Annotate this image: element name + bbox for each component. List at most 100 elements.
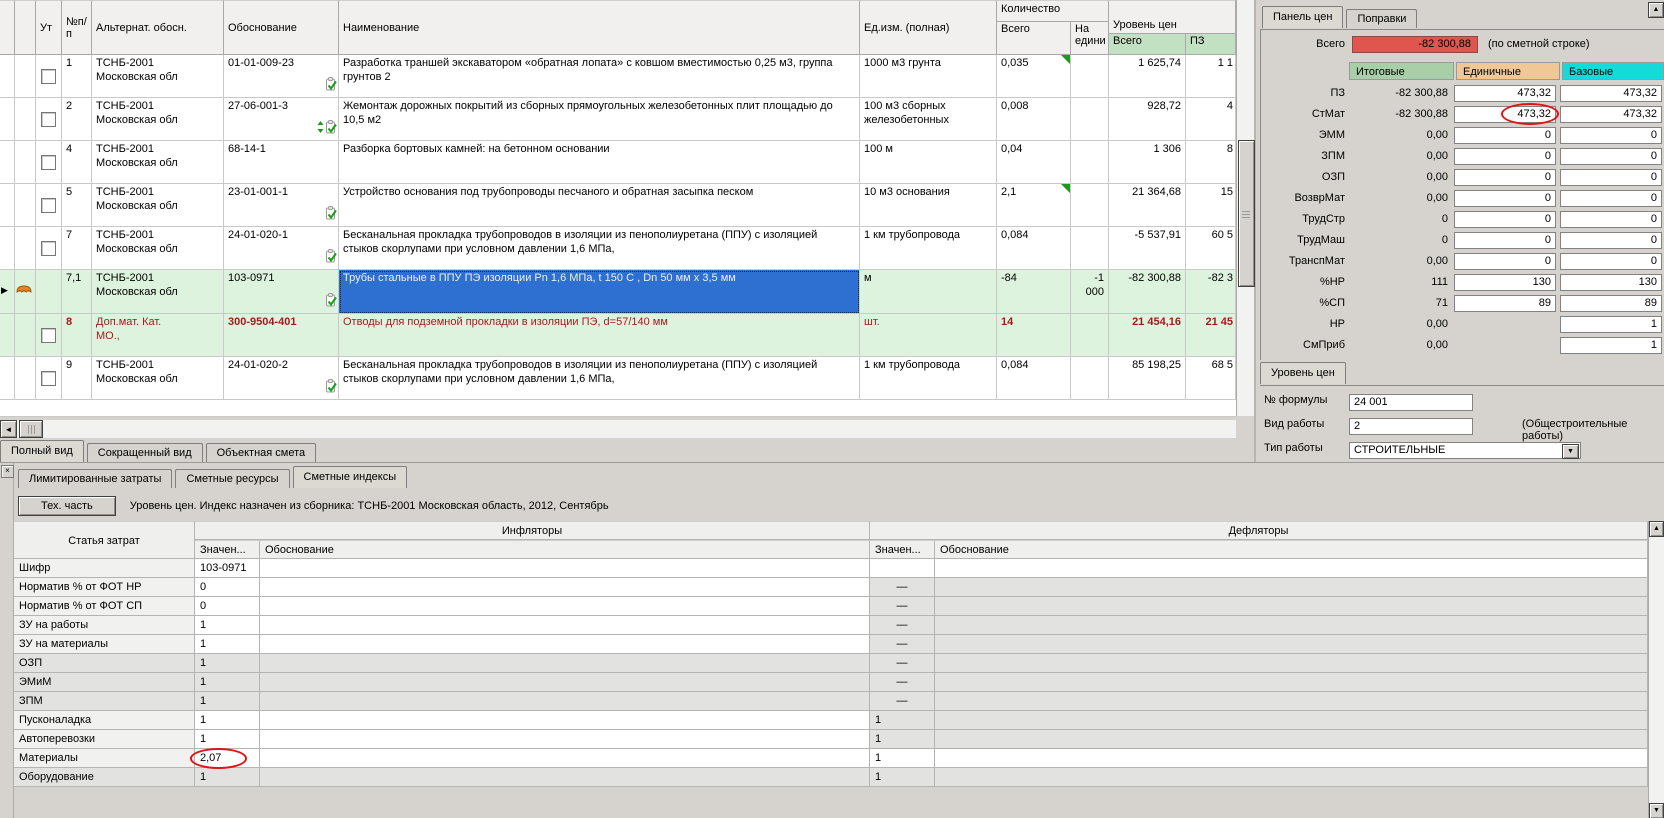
indexes-infl-just-cell[interactable] — [260, 673, 870, 692]
indexes-defl-just-cell[interactable] — [935, 597, 1648, 616]
work-name-cell[interactable]: Разборка бортовых камней: на бетонном ос… — [339, 141, 860, 184]
indexes-infl-value-cell[interactable]: 2,07 — [195, 749, 260, 768]
indexes-infl-just-cell[interactable] — [260, 635, 870, 654]
price-edin-field[interactable]: 0 — [1454, 148, 1556, 165]
indexes-row[interactable]: Материалы2,071 — [14, 749, 1648, 768]
indexes-infl-just-cell[interactable] — [260, 692, 870, 711]
indexes-row[interactable]: ОЗП1— — [14, 654, 1648, 673]
indexes-infl-value-cell[interactable]: 103-0971 — [195, 559, 260, 578]
price-edin-field[interactable]: 0 — [1454, 211, 1556, 228]
horizontal-scroll-thumb[interactable] — [19, 420, 43, 438]
approve-checkbox[interactable] — [41, 241, 56, 256]
price-baz-field[interactable]: 0 — [1560, 253, 1662, 270]
indexes-defl-just-cell[interactable] — [935, 692, 1648, 711]
indexes-infl-just-cell[interactable] — [260, 768, 870, 787]
approve-checkbox[interactable] — [41, 69, 56, 84]
indexes-defl-value-cell[interactable]: — — [870, 673, 935, 692]
indexes-infl-value-cell[interactable]: 0 — [195, 578, 260, 597]
header-price-total[interactable]: Всего — [1109, 34, 1186, 55]
work-name-cell[interactable]: Жемонтаж дорожных покрытий из сборных пр… — [339, 98, 860, 141]
price-total-field[interactable]: -82 300,88 — [1352, 36, 1478, 53]
indexes-infl-just-cell[interactable] — [260, 711, 870, 730]
price-edin-field[interactable]: 473,32 — [1454, 106, 1556, 123]
note-check-icon[interactable] — [325, 293, 337, 312]
header-price-pz[interactable]: ПЗ — [1186, 34, 1236, 55]
indexes-defl-just-cell[interactable] — [935, 578, 1648, 597]
price-edin-field[interactable]: 0 — [1454, 253, 1556, 270]
close-icon[interactable]: × — [1, 465, 14, 478]
header-unit[interactable]: Ед.изм. (полная) — [860, 0, 997, 55]
price-edin-field[interactable]: 130 — [1454, 274, 1556, 291]
indexes-defl-value-cell[interactable]: — — [870, 597, 935, 616]
price-baz-field[interactable]: 0 — [1560, 211, 1662, 228]
scroll-left-button[interactable]: ◄ — [0, 420, 17, 438]
indexes-defl-value-cell[interactable]: — — [870, 654, 935, 673]
view-tab-2[interactable]: Сокращенный вид — [87, 443, 203, 462]
indexes-infl-just-cell[interactable] — [260, 749, 870, 768]
indexes-tab-2[interactable]: Сметные ресурсы — [175, 469, 289, 488]
price-baz-field[interactable]: 473,32 — [1560, 85, 1662, 102]
table-row[interactable]: 7ТСНБ-2001Московская обл24-01-020-1Беска… — [0, 227, 1236, 270]
indexes-infl-value-cell[interactable]: 1 — [195, 730, 260, 749]
table-row[interactable]: 9ТСНБ-2001Московская обл24-01-020-2Беска… — [0, 357, 1236, 400]
indexes-infl-value-cell[interactable]: 1 — [195, 711, 260, 730]
indexes-defl-just-cell[interactable] — [935, 768, 1648, 787]
note-check-icon[interactable] — [325, 379, 337, 398]
header-qty-total[interactable]: Всего — [997, 22, 1071, 55]
indexes-row[interactable]: ЗПМ1— — [14, 692, 1648, 711]
indexes-row[interactable]: ЭМиМ1— — [14, 673, 1648, 692]
tab-price-level[interactable]: Уровень цен — [1260, 362, 1346, 384]
panel-scroll-up-button[interactable]: ▲ — [1648, 2, 1664, 18]
indexes-defl-value-cell[interactable]: — — [870, 616, 935, 635]
work-name-cell[interactable]: Бесканальная прокладка трубопроводов в и… — [339, 357, 860, 400]
table-row[interactable]: 2ТСНБ-2001Московская обл27-06-001-3Жемон… — [0, 98, 1236, 141]
price-baz-field[interactable]: 1 — [1560, 337, 1662, 354]
indexes-defl-value-cell[interactable] — [870, 559, 935, 578]
indexes-row[interactable]: Норматив % от ФОТ НР0— — [14, 578, 1648, 597]
indexes-defl-value-cell[interactable]: 1 — [870, 749, 935, 768]
indexes-defl-just-cell[interactable] — [935, 654, 1648, 673]
scroll-down-button[interactable]: ▼ — [1649, 803, 1664, 818]
price-baz-field[interactable]: 89 — [1560, 295, 1662, 312]
indexes-infl-value-cell[interactable]: 1 — [195, 768, 260, 787]
approve-checkbox[interactable] — [41, 112, 56, 127]
header-ut[interactable]: Ут — [36, 0, 62, 55]
price-edin-field[interactable]: 0 — [1454, 190, 1556, 207]
price-baz-field[interactable]: 0 — [1560, 127, 1662, 144]
price-baz-field[interactable]: 0 — [1560, 169, 1662, 186]
approve-checkbox[interactable] — [41, 371, 56, 386]
approve-checkbox[interactable] — [41, 328, 56, 343]
indexes-row[interactable]: Норматив % от ФОТ СП0— — [14, 597, 1648, 616]
indexes-defl-just-cell[interactable] — [935, 730, 1648, 749]
price-baz-field[interactable]: 473,32 — [1560, 106, 1662, 123]
table-row[interactable]: 5ТСНБ-2001Московская обл23-01-001-1Устро… — [0, 184, 1236, 227]
work-name-cell[interactable]: Трубы стальные в ППУ ПЭ изоляции Pn 1,6 … — [339, 270, 860, 314]
price-baz-field[interactable]: 130 — [1560, 274, 1662, 291]
indexes-defl-value-cell[interactable]: 1 — [870, 711, 935, 730]
indexes-row[interactable]: Автоперевозки11 — [14, 730, 1648, 749]
work-name-cell[interactable]: Бесканальная прокладка трубопроводов в и… — [339, 227, 860, 270]
indexes-infl-just-cell[interactable] — [260, 559, 870, 578]
indexes-defl-just-cell[interactable] — [935, 673, 1648, 692]
view-tab-1[interactable]: Полный вид — [0, 440, 84, 462]
header-alt[interactable]: Альтернат. обосн. — [92, 0, 224, 55]
tech-part-button[interactable]: Тех. часть — [18, 496, 116, 516]
indexes-infl-just-cell[interactable] — [260, 730, 870, 749]
price-edin-field[interactable]: 0 — [1454, 127, 1556, 144]
price-edin-field[interactable]: 0 — [1454, 232, 1556, 249]
grid-vertical-scrollbar[interactable] — [1236, 0, 1254, 416]
work-name-cell[interactable]: Отводы для подземной прокладки в изоляци… — [339, 314, 860, 357]
indexes-row[interactable]: Пусконаладка11 — [14, 711, 1648, 730]
grid-horizontal-scrollbar[interactable]: ◄ — [0, 420, 1236, 438]
header-price-level[interactable]: Уровень цен — [1109, 0, 1236, 34]
scroll-up-button[interactable]: ▲ — [1649, 521, 1664, 537]
indexes-tab-3[interactable]: Сметные индексы — [293, 466, 408, 488]
indexes-row[interactable]: Оборудование11 — [14, 768, 1648, 787]
indexes-infl-value-cell[interactable]: 1 — [195, 654, 260, 673]
indexes-defl-just-cell[interactable] — [935, 635, 1648, 654]
dropdown-arrow-icon[interactable]: ▼ — [1562, 444, 1579, 459]
work-name-cell[interactable]: Разработка траншей экскаватором «обратна… — [339, 55, 860, 98]
note-check-icon[interactable] — [325, 120, 337, 139]
view-tab-3[interactable]: Объектная смета — [206, 443, 317, 462]
header-name[interactable]: Наименование — [339, 0, 860, 55]
